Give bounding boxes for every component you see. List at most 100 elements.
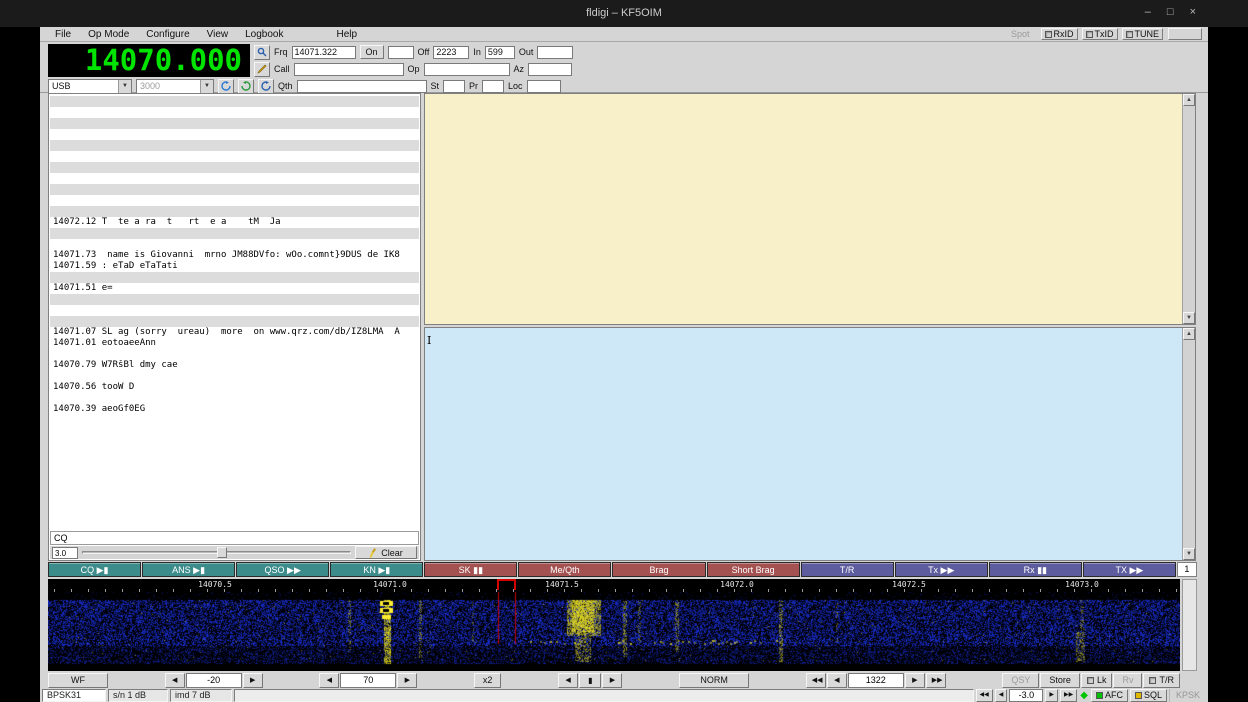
browser-channel-row[interactable] [50, 195, 419, 206]
browser-channel-row[interactable]: 14071.73 name is Giovanni mrno JM88DVfo:… [50, 250, 419, 261]
mode-indicator[interactable]: BPSK31 [42, 689, 106, 702]
browser-channel-row[interactable] [50, 415, 419, 426]
qso-search-icon[interactable] [254, 45, 270, 60]
tune-toggle[interactable]: TUNE [1122, 28, 1164, 40]
menu-view[interactable]: View [207, 29, 229, 40]
menu-file[interactable]: File [55, 29, 71, 40]
browser-channel-row[interactable] [50, 129, 419, 140]
offset-left-button[interactable]: ◀ [995, 689, 1008, 702]
frequency-offset-value[interactable]: -3.0 [1009, 689, 1043, 702]
recall-frequency-icon[interactable] [238, 79, 254, 94]
pr-input[interactable] [482, 80, 504, 93]
qth-input[interactable] [297, 80, 427, 93]
wf-speed-button[interactable]: NORM [679, 673, 749, 688]
carrier-left-fast-button[interactable]: ◀◀ [806, 673, 826, 688]
browser-channel-row[interactable] [50, 349, 419, 360]
browser-channel-row[interactable]: 14070.56 tooW D [50, 382, 419, 393]
browser-channel-row[interactable]: 14071.07 SL ag (sorry ureau) more on www… [50, 327, 419, 338]
browser-clear-button[interactable]: Clear [355, 546, 417, 559]
wf-amp-up-button[interactable]: ▶ [243, 673, 263, 688]
rxid-toggle[interactable]: RxID [1041, 28, 1078, 40]
browser-channel-row[interactable] [50, 96, 419, 107]
passband-marker[interactable] [497, 579, 516, 590]
store-button[interactable]: Store [1040, 673, 1080, 688]
offset-right-button[interactable]: ▶ [1045, 689, 1058, 702]
browser-channel-row[interactable] [50, 173, 419, 184]
close-button[interactable]: × [1190, 6, 1196, 18]
waterfall-canvas[interactable] [48, 592, 1180, 671]
carrier-left-button[interactable]: ◀ [827, 673, 847, 688]
reverse-button[interactable]: Rv [1113, 673, 1142, 688]
restore-frequency-icon[interactable] [218, 79, 234, 94]
frequency-display[interactable]: 14070.000 [48, 44, 250, 77]
browser-channel-row[interactable] [50, 184, 419, 195]
scroll-down-icon[interactable]: ▼ [1183, 312, 1195, 324]
afc-toggle[interactable]: AFC [1091, 689, 1128, 702]
menubar-blank-button[interactable] [1168, 28, 1202, 40]
scroll-up-icon[interactable]: ▲ [1183, 94, 1195, 106]
time-on-input[interactable] [388, 46, 414, 59]
wf-amp-value[interactable]: -20 [186, 673, 242, 688]
tx-scrollbar[interactable]: ▲ ▼ [1182, 328, 1195, 560]
browser-channel-row[interactable] [50, 272, 419, 283]
scroll-down-icon[interactable]: ▼ [1183, 548, 1195, 560]
wf-center-button[interactable]: ▮ [579, 673, 601, 688]
slider-handle[interactable] [217, 547, 227, 558]
loc-input[interactable] [527, 80, 561, 93]
menu-help[interactable]: Help [337, 29, 358, 40]
minimize-button[interactable]: – [1145, 6, 1151, 18]
browser-channel-row[interactable] [50, 206, 419, 217]
macro-short-brag[interactable]: Short Brag [707, 562, 800, 577]
browser-channel-row[interactable] [50, 228, 419, 239]
macro-tx[interactable]: Tx ▶▶ [895, 562, 988, 577]
menu-op-mode[interactable]: Op Mode [88, 29, 129, 40]
wf-zoom-button[interactable]: x2 [474, 673, 502, 688]
browser-channel-row[interactable] [50, 239, 419, 250]
macro-kn[interactable]: KN ▶▮ [330, 562, 423, 577]
browser-channel-row[interactable] [50, 305, 419, 316]
wf-mode-button[interactable]: WF [48, 673, 108, 688]
macro-qso[interactable]: QSO ▶▶ [236, 562, 329, 577]
wf-range-up-button[interactable]: ▶ [397, 673, 417, 688]
rx-scrollbar[interactable]: ▲ ▼ [1182, 94, 1195, 324]
wf-range-down-button[interactable]: ◀ [319, 673, 339, 688]
offset-left-fast-button[interactable]: ◀◀ [976, 689, 993, 702]
macro-brag[interactable]: Brag [612, 562, 705, 577]
op-input[interactable] [424, 63, 510, 76]
browser-channel-row[interactable]: 14071.59 : eTaD eTaTati [50, 261, 419, 272]
carrier-right-fast-button[interactable]: ▶▶ [926, 673, 946, 688]
st-input[interactable] [443, 80, 465, 93]
frq-input[interactable] [292, 46, 356, 59]
browser-channel-row[interactable] [50, 316, 419, 327]
carrier-frequency[interactable]: 1322 [848, 673, 904, 688]
carrier-right-button[interactable]: ▶ [905, 673, 925, 688]
edit-entry-icon[interactable] [254, 62, 270, 77]
chevron-down-icon[interactable]: ▼ [118, 80, 131, 93]
qsy-button[interactable]: QSY [1002, 673, 1039, 688]
rst-in-input[interactable] [485, 46, 515, 59]
macro-tr[interactable]: T/R [801, 562, 894, 577]
rst-out-input[interactable] [537, 46, 573, 59]
macro-set-indicator[interactable]: 1 [1177, 562, 1197, 577]
macro-ans[interactable]: ANS ▶▮ [142, 562, 235, 577]
sql-toggle[interactable]: SQL [1130, 689, 1167, 702]
offset-right-fast-button[interactable]: ▶▶ [1060, 689, 1077, 702]
wf-amp-down-button[interactable]: ◀ [165, 673, 185, 688]
browser-channel-row[interactable]: 14072.12 T te a ra t rt e a tM Ja [50, 217, 419, 228]
browser-channel-row[interactable] [50, 140, 419, 151]
txrx-toggle[interactable]: T/R [1143, 673, 1180, 688]
macro-tx-lock[interactable]: TX ▶▶ [1083, 562, 1176, 577]
wf-range-value[interactable]: 70 [340, 673, 396, 688]
time-on-button[interactable]: On [360, 45, 384, 59]
browser-channel-row[interactable] [50, 107, 419, 118]
scroll-up-icon[interactable]: ▲ [1183, 328, 1195, 340]
mode-select[interactable]: USB ▼ [48, 79, 132, 94]
time-off-input[interactable] [433, 46, 469, 59]
chevron-down-icon[interactable]: ▼ [200, 80, 213, 93]
browser-channel-row[interactable] [50, 151, 419, 162]
browser-channel-row[interactable]: 14070.79 W7RšBl dmy cae [50, 360, 419, 371]
browser-level-slider[interactable] [82, 546, 351, 559]
waterfall-display[interactable]: 14070.514071.014071.514072.014072.514073… [48, 579, 1180, 671]
lock-toggle[interactable]: Lk [1081, 673, 1113, 688]
az-input[interactable] [528, 63, 572, 76]
